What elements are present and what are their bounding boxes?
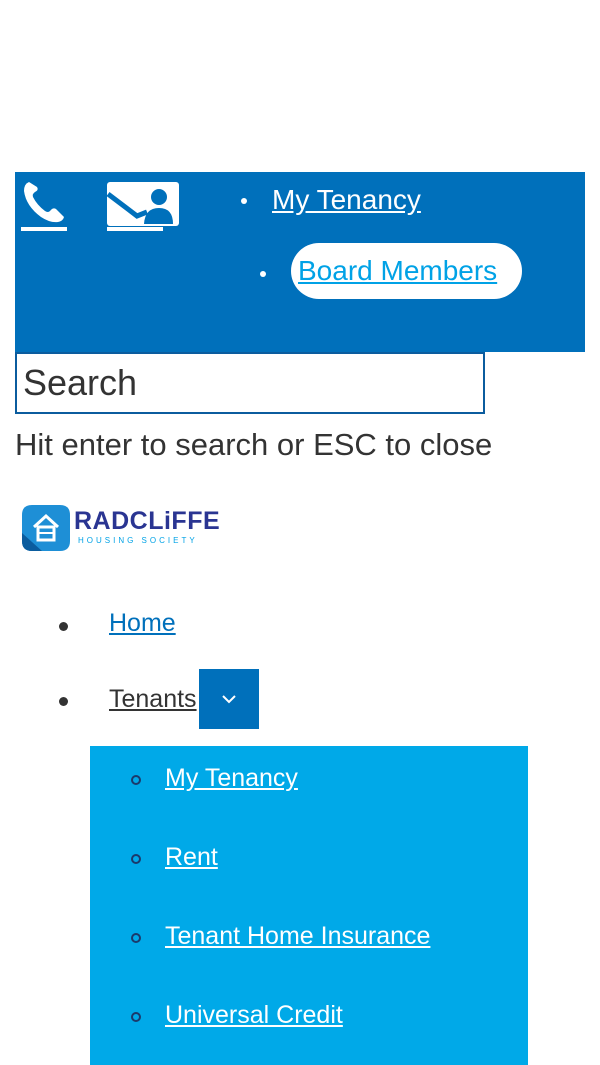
search-hint: Hit enter to search or ESC to close xyxy=(15,427,493,462)
submenu-bullet xyxy=(131,775,141,785)
submenu-item-my-tenancy[interactable]: My Tenancy xyxy=(165,764,298,793)
top-menu-my-tenancy[interactable]: My Tenancy xyxy=(272,184,421,216)
submenu-item-rent[interactable]: Rent xyxy=(165,843,218,872)
search-box xyxy=(15,352,485,414)
tenants-submenu: My Tenancy Rent Tenant Home Insurance Un… xyxy=(90,746,528,1065)
menu-bullet xyxy=(241,198,247,204)
nav-item-tenants[interactable]: Tenants xyxy=(109,685,197,714)
submenu-bullet xyxy=(131,854,141,864)
nav-bullet xyxy=(59,622,68,631)
top-bar: My Tenancy Board Members xyxy=(15,172,585,352)
site-logo[interactable]: RADCLiFFE HOUSING SOCIETY xyxy=(22,503,252,555)
nav-bullet xyxy=(59,697,68,706)
tenants-dropdown-toggle[interactable] xyxy=(199,669,259,729)
logo-tagline: HOUSING SOCIETY xyxy=(78,536,198,545)
chevron-down-icon xyxy=(222,695,236,704)
menu-bullet xyxy=(260,271,266,277)
top-menu: My Tenancy Board Members xyxy=(15,172,585,352)
nav-item-home[interactable]: Home xyxy=(109,609,176,638)
search-input[interactable] xyxy=(17,354,483,412)
logo-name: RADCLiFFE xyxy=(74,507,221,535)
top-menu-board-members[interactable]: Board Members xyxy=(291,243,523,299)
submenu-item-universal-credit[interactable]: Universal Credit xyxy=(165,1001,343,1030)
house-icon xyxy=(22,505,70,551)
submenu-item-tenant-home-insurance[interactable]: Tenant Home Insurance xyxy=(165,922,430,951)
submenu-bullet xyxy=(131,1012,141,1022)
submenu-bullet xyxy=(131,933,141,943)
